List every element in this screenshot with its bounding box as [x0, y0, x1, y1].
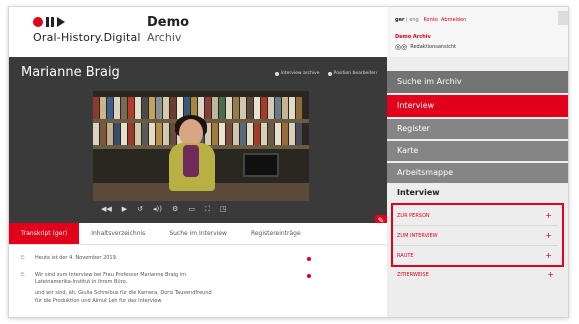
- video-badges: Interview archive Position bearbeiten: [274, 71, 377, 76]
- badge-label: Interview archive: [280, 71, 320, 76]
- interviewee-name: Marianne Braig: [21, 65, 120, 80]
- transcript-text: Lateinamerika-Institut in ihrem Büro,: [35, 279, 128, 285]
- transcript-line[interactable]: E: Heute ist der 4. November 2019.: [21, 255, 117, 262]
- sidebar-close-button[interactable]: [558, 11, 568, 25]
- video-controls: ◀◀ ▶ ↺ ◂)) ⚙ ▭ ⛶ ◳: [93, 203, 309, 215]
- nav-interview[interactable]: Interview: [387, 95, 568, 117]
- sub-item-raute[interactable]: RAUTE +: [393, 246, 558, 266]
- tab-search[interactable]: Suche im Interview: [157, 223, 239, 244]
- play-icon[interactable]: ▶: [122, 205, 127, 213]
- sub-item-label: ZUR PERSON: [397, 213, 430, 219]
- lang-current[interactable]: ger: [395, 17, 404, 23]
- sub-item-interview[interactable]: ZUM INTERVIEW +: [393, 226, 558, 246]
- transcript-text: Heute ist der 4. November 2019.: [35, 255, 118, 261]
- fullscreen-icon[interactable]: ⛶: [205, 205, 210, 213]
- speaker-tag: E:: [21, 255, 26, 261]
- sub-item-label: RAUTE: [397, 253, 414, 259]
- edit-view-label: Redaktionsansicht: [410, 44, 456, 50]
- plus-icon: +: [545, 211, 552, 220]
- nav-search[interactable]: Suche im Archiv: [387, 71, 568, 93]
- monitor: [243, 153, 279, 177]
- volume-icon[interactable]: ◂)): [153, 205, 162, 213]
- lang-other[interactable]: eng: [409, 17, 418, 23]
- video-player[interactable]: [93, 91, 309, 201]
- transcript-line: Lateinamerika-Institut in ihrem Büro,: [21, 279, 127, 286]
- site-title: Demo: [147, 15, 190, 30]
- rewind-icon[interactable]: ◀◀: [101, 205, 112, 213]
- nav-register[interactable]: Register: [387, 119, 568, 139]
- transcript-line: und wir sind, äh, Giulia Schreibus für d…: [21, 290, 212, 297]
- app-frame: Oral-History.Digital Demo Archiv Mariann…: [8, 6, 569, 318]
- tab-transcript[interactable]: Transkript (ger): [9, 223, 80, 244]
- plus-icon: +: [545, 231, 552, 240]
- site-subtitle: Archiv: [147, 31, 182, 44]
- speaker-tag: E:: [21, 272, 26, 278]
- subtitles-icon[interactable]: ▭: [188, 205, 195, 213]
- language-switcher: ger | eng Konto Abmelden: [395, 17, 467, 23]
- badge-label: Position bearbeiten: [333, 71, 377, 76]
- header: Oral-History.Digital Demo Archiv: [9, 7, 387, 57]
- sub-item-citation[interactable]: ZITIERWEISE +: [397, 270, 562, 280]
- pause-icon: [46, 17, 54, 27]
- sub-item-person[interactable]: ZUR PERSON +: [393, 206, 558, 226]
- account-link[interactable]: Konto: [424, 17, 438, 23]
- skip-back-icon[interactable]: ↺: [137, 205, 143, 213]
- glasses-icon: ◎◎: [395, 43, 408, 51]
- circle-icon: [327, 71, 332, 76]
- transcript-text: und wir sind, äh, Giulia Schreibus für d…: [35, 290, 212, 296]
- plus-icon: +: [547, 270, 554, 279]
- logo-icon[interactable]: [33, 17, 65, 27]
- record-dot-icon: [33, 17, 43, 27]
- marker-icon[interactable]: [307, 257, 311, 261]
- logo-text[interactable]: Oral-History.Digital: [33, 31, 141, 44]
- circle-icon: [274, 71, 279, 76]
- plus-icon: +: [545, 251, 552, 260]
- sub-item-label: ZITIERWEISE: [397, 272, 429, 278]
- tab-register[interactable]: Registereinträge: [239, 223, 313, 244]
- media-area: Marianne Braig Interview archive Positio…: [9, 57, 387, 227]
- sidebar: ger | eng Konto Abmelden Demo Archiv ◎◎ …: [387, 7, 568, 317]
- settings-icon[interactable]: ⚙: [172, 205, 178, 213]
- badge-item[interactable]: Position bearbeiten: [327, 71, 377, 76]
- nav-workbook[interactable]: Arbeitsmappe: [387, 163, 568, 183]
- sidebar-top: ger | eng Konto Abmelden Demo Archiv ◎◎ …: [387, 7, 568, 57]
- transcript-panel: E: Heute ist der 4. November 2019. E: Wir …: [9, 245, 387, 317]
- archive-label[interactable]: Demo Archiv: [395, 34, 431, 40]
- sub-item-label: ZUM INTERVIEW: [397, 233, 438, 239]
- tab-contents[interactable]: Inhaltsverzeichnis: [79, 223, 157, 244]
- nav-map[interactable]: Karte: [387, 141, 568, 161]
- section-interview-heading: Interview: [387, 185, 568, 201]
- logout-link[interactable]: Abmelden: [441, 17, 466, 23]
- edit-view-toggle[interactable]: ◎◎ Redaktionsansicht: [395, 43, 456, 51]
- transcript-text: Wir sind zum Interview bei Frau Professo…: [35, 272, 187, 278]
- person-scarf: [183, 145, 199, 177]
- transcript-line: für die Produktion und Almut Leh für das…: [21, 298, 161, 305]
- transcript-line[interactable]: E: Wir sind zum Interview bei Frau Profes…: [21, 272, 186, 279]
- transcript-text: für die Produktion und Almut Leh für das…: [35, 298, 162, 304]
- marker-icon[interactable]: [307, 274, 311, 278]
- tab-bar: Transkript (ger) Inhaltsverzeichnis Such…: [9, 223, 387, 245]
- pip-icon[interactable]: ◳: [220, 205, 227, 213]
- play-icon: [57, 17, 65, 27]
- badge-item[interactable]: Interview archive: [274, 71, 320, 76]
